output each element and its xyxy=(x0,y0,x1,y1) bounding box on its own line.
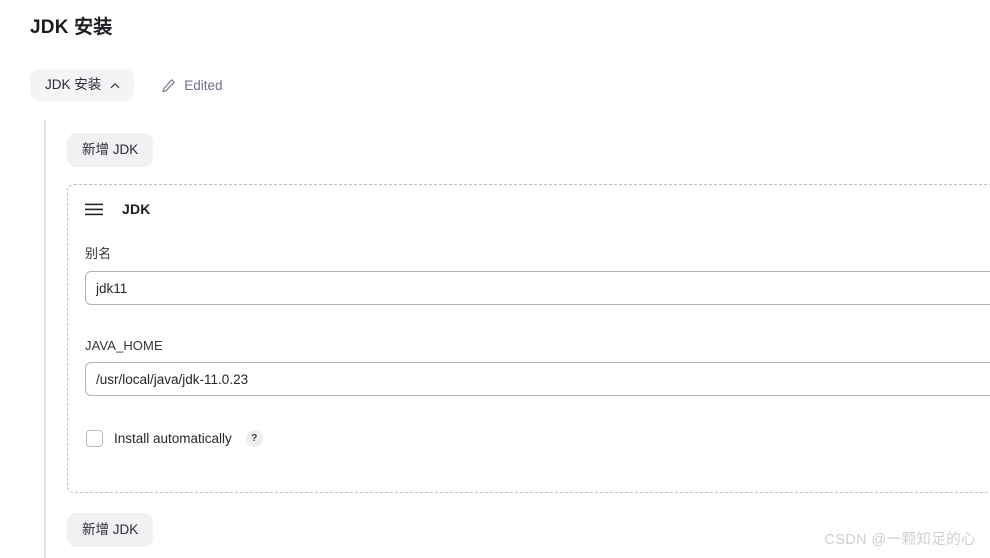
add-jdk-button-top[interactable]: 新增 JDK xyxy=(67,133,154,168)
field-java-home: JAVA_HOME xyxy=(85,338,990,396)
section-collapse-label: JDK 安装 xyxy=(45,77,102,92)
section-left-rule xyxy=(44,120,46,558)
edited-label: Edited xyxy=(184,77,223,93)
jdk-entry-title: JDK xyxy=(122,201,151,217)
question-mark-icon[interactable]: ? xyxy=(245,430,263,447)
install-automatically-row: Install automatically ? xyxy=(86,430,263,447)
field-java-home-input[interactable] xyxy=(85,362,990,396)
section-collapse-button[interactable]: JDK 安装 xyxy=(30,69,135,102)
hamburger-drag-handle-icon[interactable] xyxy=(85,203,103,216)
field-java-home-label: JAVA_HOME xyxy=(85,338,163,353)
field-alias-input[interactable] xyxy=(85,271,990,305)
field-alias: 别名 xyxy=(85,243,990,305)
field-alias-label: 别名 xyxy=(85,246,112,261)
install-automatically-label: Install automatically xyxy=(114,431,232,446)
jdk-entry-card: JDK 别名 JAVA_HOME Install automatically ? xyxy=(67,184,990,493)
edited-indicator[interactable]: Edited xyxy=(161,77,223,93)
section-toolbar: JDK 安装 Edited xyxy=(30,69,223,102)
add-jdk-button-bottom[interactable]: 新增 JDK xyxy=(67,513,154,548)
watermark: CSDN @一颗知足的心 xyxy=(824,532,976,548)
jdk-entry-header: JDK xyxy=(85,201,151,217)
pencil-icon xyxy=(161,78,176,93)
page-title: JDK 安装 xyxy=(30,17,113,38)
install-automatically-checkbox[interactable] xyxy=(86,430,103,447)
chevron-up-icon xyxy=(110,81,120,91)
